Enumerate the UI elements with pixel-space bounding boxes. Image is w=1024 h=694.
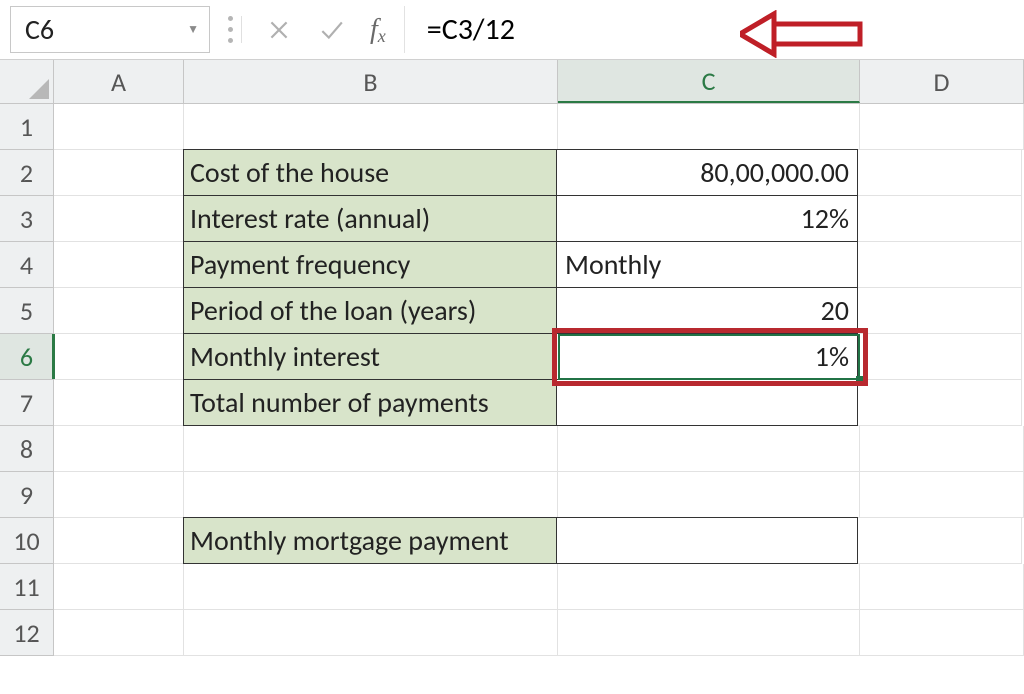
cell-D8[interactable] <box>860 426 1024 472</box>
cell-D3[interactable] <box>858 196 1022 242</box>
col-header-D[interactable]: D <box>860 60 1024 103</box>
row-header-11[interactable]: 11 <box>0 564 53 610</box>
row-header-4[interactable]: 4 <box>0 242 53 288</box>
cell-B4[interactable]: Payment frequency <box>183 241 557 288</box>
cell-B12[interactable] <box>184 610 558 656</box>
name-box-value: C6 <box>25 12 54 47</box>
cell-A10[interactable] <box>54 518 184 564</box>
formula-input[interactable] <box>419 6 1014 53</box>
cell-C5[interactable]: 20 <box>556 287 858 334</box>
cell-C8[interactable] <box>558 426 860 472</box>
cell-A6[interactable] <box>54 334 184 380</box>
cell-B11[interactable] <box>184 564 558 610</box>
cell-A2[interactable] <box>54 150 184 196</box>
row-header-12[interactable]: 12 <box>0 610 53 656</box>
cell-D1[interactable] <box>860 104 1024 150</box>
select-all-corner[interactable] <box>0 60 54 104</box>
spreadsheet-grid: A B C D 1 2 3 4 5 6 7 8 9 10 11 12 Cost … <box>0 60 1024 694</box>
cell-C4[interactable]: Monthly <box>556 241 858 288</box>
cell-C11[interactable] <box>558 564 860 610</box>
cell-D2[interactable] <box>858 150 1022 196</box>
cell-D11[interactable] <box>860 564 1024 610</box>
cell-A12[interactable] <box>54 610 184 656</box>
cell-A7[interactable] <box>54 380 184 426</box>
drag-handle-icon[interactable] <box>228 16 242 43</box>
cell-B8[interactable] <box>184 426 558 472</box>
row-header-1[interactable]: 1 <box>0 104 53 150</box>
cell-A3[interactable] <box>54 196 184 242</box>
cell-D10[interactable] <box>858 518 1022 564</box>
cell-A1[interactable] <box>54 104 184 150</box>
row-headers: 1 2 3 4 5 6 7 8 9 10 11 12 <box>0 104 54 656</box>
formula-bar-controls: fx <box>224 6 390 53</box>
row-header-8[interactable]: 8 <box>0 426 53 472</box>
cell-D7[interactable] <box>858 380 1022 426</box>
row-header-2[interactable]: 2 <box>0 150 53 196</box>
cell-D6[interactable] <box>858 334 1022 380</box>
enter-check-icon[interactable] <box>316 17 346 43</box>
cell-C10[interactable] <box>556 517 858 564</box>
cell-B3[interactable]: Interest rate (annual) <box>183 195 557 242</box>
cell-B6[interactable]: Monthly interest <box>183 333 557 380</box>
name-box[interactable]: C6 ▼ <box>10 6 210 53</box>
dropdown-icon[interactable]: ▼ <box>187 22 199 37</box>
annotation-arrow-icon <box>740 10 870 58</box>
cell-B2[interactable]: Cost of the house <box>183 149 557 196</box>
cell-B7[interactable]: Total number of payments <box>183 379 557 426</box>
cell-A8[interactable] <box>54 426 184 472</box>
col-header-C[interactable]: C <box>558 60 860 103</box>
row-header-3[interactable]: 3 <box>0 196 53 242</box>
cell-B10[interactable]: Monthly mortgage payment <box>183 517 557 564</box>
cell-D9[interactable] <box>860 472 1024 518</box>
cell-C9[interactable] <box>558 472 860 518</box>
cells-area: Cost of the house 80,00,000.00 Interest … <box>54 104 1024 656</box>
separator <box>404 6 405 53</box>
cell-C7[interactable] <box>556 379 858 426</box>
cell-D12[interactable] <box>860 610 1024 656</box>
cell-B5[interactable]: Period of the loan (years) <box>183 287 557 334</box>
cell-C12[interactable] <box>558 610 860 656</box>
cell-D4[interactable] <box>858 242 1022 288</box>
insert-function-icon[interactable]: fx <box>370 14 386 46</box>
cell-A11[interactable] <box>54 564 184 610</box>
row-header-9[interactable]: 9 <box>0 472 53 518</box>
col-header-A[interactable]: A <box>54 60 184 103</box>
cancel-icon[interactable] <box>266 17 292 43</box>
formula-bar: C6 ▼ fx <box>0 0 1024 60</box>
cell-A4[interactable] <box>54 242 184 288</box>
cell-C3[interactable]: 12% <box>556 195 858 242</box>
cell-B1[interactable] <box>184 104 558 150</box>
column-headers: A B C D <box>54 60 1024 104</box>
cell-A5[interactable] <box>54 288 184 334</box>
cell-B9[interactable] <box>184 472 558 518</box>
cell-C1[interactable] <box>558 104 860 150</box>
cell-A9[interactable] <box>54 472 184 518</box>
row-header-7[interactable]: 7 <box>0 380 53 426</box>
row-header-5[interactable]: 5 <box>0 288 53 334</box>
row-header-10[interactable]: 10 <box>0 518 53 564</box>
col-header-B[interactable]: B <box>184 60 558 103</box>
cell-D5[interactable] <box>858 288 1022 334</box>
row-header-6[interactable]: 6 <box>0 334 53 380</box>
cell-C2[interactable]: 80,00,000.00 <box>556 149 858 196</box>
cell-C6[interactable]: 1% <box>556 333 858 380</box>
